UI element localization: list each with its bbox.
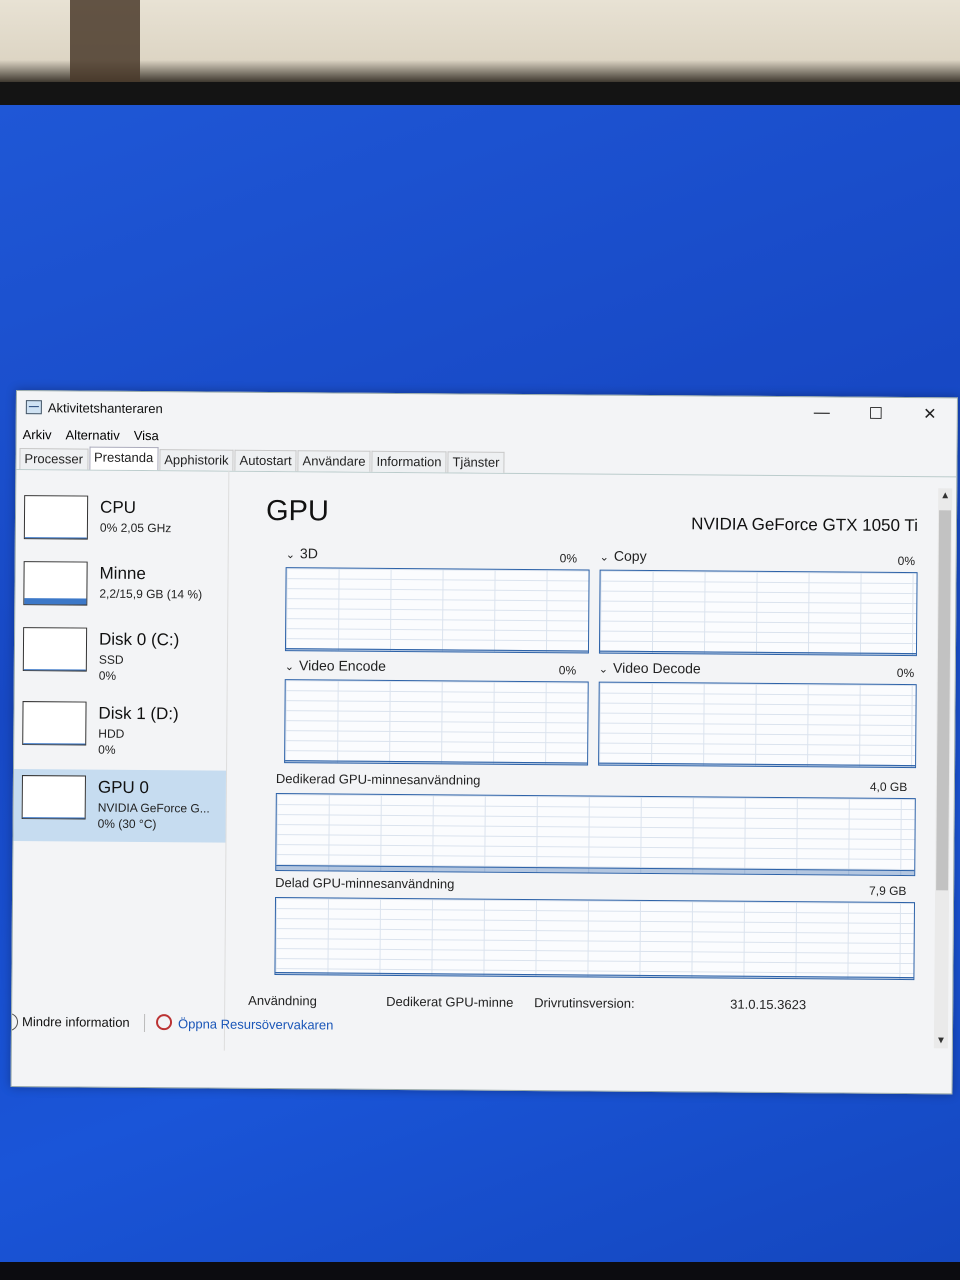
shared-memory-max: 7,9 GB: [869, 883, 907, 899]
shared-memory-label: Delad GPU-minnesanvändning: [275, 875, 455, 892]
gpu0-mini-graph: [21, 775, 86, 820]
task-manager-icon: [25, 400, 42, 415]
engine-video-decode-name: Video Decode: [612, 659, 701, 677]
scroll-up-icon[interactable]: ▲: [938, 490, 952, 501]
scroll-thumb[interactable]: [936, 510, 952, 891]
sidebar-item-memory[interactable]: Minne 2,2/15,9 GB (14 %): [15, 555, 228, 629]
cpu-mini-graph: [23, 495, 89, 540]
engine-video-decode-label[interactable]: ⌄ Video Decode: [599, 660, 701, 677]
chevron-down-icon: ⌄: [599, 551, 609, 564]
chevron-up-icon[interactable]: ^: [10, 1012, 19, 1032]
engine-3d-value: 0%: [559, 551, 578, 566]
engine-copy-usage: [599, 650, 916, 656]
sidebar-item-name: Disk 0 (C:): [98, 629, 180, 650]
sidebar-item-disk0[interactable]: Disk 0 (C:) SSD 0%: [15, 621, 228, 695]
dedicated-memory-max: 4,0 GB: [869, 779, 908, 795]
disk1-type: HDD: [98, 726, 125, 741]
menu-arkiv[interactable]: Arkiv: [23, 427, 52, 442]
vertical-scrollbar[interactable]: ▲ ▼: [933, 488, 953, 1049]
usage-stat-label: Användning: [248, 992, 317, 1009]
sidebar-item-detail: 2,2/15,9 GB (14 %): [99, 586, 203, 602]
open-resource-monitor-link[interactable]: Öppna Resursövervakaren: [178, 1016, 333, 1032]
engine-video-encode-graph: [284, 679, 589, 766]
disk0-mini-graph: [22, 627, 88, 672]
dedicated-memory-label: Dedikerad GPU-minnesanvändning: [275, 771, 481, 788]
memory-mini-fill: [24, 598, 87, 605]
shared-memory-usage: [275, 971, 914, 980]
engine-3d-graph: [284, 567, 590, 654]
memory-mini-graph: [23, 561, 88, 606]
monitor-bottom-bezel: [0, 1262, 960, 1280]
sidebar-item-detail: NVIDIA GeForce G... 0% (30 °C): [98, 800, 210, 833]
tab-anvandare[interactable]: Användare: [297, 450, 371, 472]
engine-3d-name: 3D: [299, 545, 318, 562]
chevron-down-icon: ⌄: [598, 663, 609, 676]
engine-copy-name: Copy: [613, 547, 647, 564]
sidebar-item-name: Minne: [99, 563, 146, 584]
tab-autostart[interactable]: Autostart: [234, 449, 297, 472]
gpu0-usage-temp: 0% (30 °C): [97, 816, 157, 832]
sidebar-item-detail: 0% 2,05 GHz: [99, 520, 172, 536]
tab-information[interactable]: Information: [371, 450, 447, 473]
sidebar-item-detail: HDD 0%: [98, 726, 124, 758]
disk1-mini-graph: [22, 701, 87, 746]
engine-video-decode-value: 0%: [896, 665, 915, 681]
engine-video-decode-usage: [599, 762, 916, 768]
footer-divider: [143, 1014, 146, 1033]
sidebar-item-name: CPU: [100, 497, 137, 517]
chevron-down-icon: ⌄: [284, 661, 295, 674]
disk1-mini-fill: [23, 743, 86, 745]
sidebar-item-detail: SSD 0%: [99, 652, 124, 684]
gpu0-model-short: NVIDIA GeForce G...: [97, 800, 210, 816]
engine-video-encode-name: Video Encode: [299, 657, 387, 674]
sidebar-item-disk1[interactable]: Disk 1 (D:) HDD 0%: [14, 695, 227, 769]
engine-video-encode-label[interactable]: ⌄ Video Encode: [285, 657, 386, 674]
dedicated-memory-usage: [276, 865, 915, 876]
resource-monitor-icon: [155, 1014, 173, 1031]
task-manager-window: Aktivitetshanteraren — ☐ ✕ Arkiv Alterna…: [10, 390, 958, 1095]
disk1-usage: 0%: [98, 742, 116, 757]
engine-3d-usage: [285, 648, 588, 653]
driver-version-label: Drivrutinsversion:: [534, 995, 635, 1011]
driver-version-value: 31.0.15.3623: [730, 996, 807, 1013]
tab-tjanster[interactable]: Tjänster: [447, 451, 505, 473]
sidebar-item-name: Disk 1 (D:): [98, 703, 179, 724]
engine-copy-label[interactable]: ⌄ Copy: [600, 548, 647, 564]
menu-alternativ[interactable]: Alternativ: [65, 427, 119, 442]
cpu-mini-fill: [24, 537, 87, 539]
sidebar-item-gpu0[interactable]: GPU 0 NVIDIA GeForce G... 0% (30 °C): [13, 768, 227, 843]
chevron-down-icon: ⌄: [285, 549, 295, 562]
dedicated-memory-stat-label: Dedikerat GPU-minne: [386, 993, 514, 1010]
tab-prestanda[interactable]: Prestanda: [88, 446, 159, 471]
engine-copy-graph: [598, 569, 918, 657]
engine-copy-value: 0%: [897, 553, 916, 569]
performance-sidebar: CPU 0% 2,05 GHz Minne 2,2/15,9 GB (14 %)…: [11, 469, 230, 1051]
window-title: Aktivitetshanteraren: [47, 399, 163, 416]
disk0-mini-fill: [23, 669, 86, 671]
page-title: GPU: [265, 494, 330, 528]
disk0-usage: 0%: [98, 668, 117, 683]
minimize-button[interactable]: —: [795, 404, 849, 422]
dedicated-memory-graph: [275, 793, 916, 877]
engine-3d-label[interactable]: ⌄ 3D: [286, 545, 318, 561]
sidebar-item-cpu[interactable]: CPU 0% 2,05 GHz: [16, 489, 229, 563]
tab-apphistorik[interactable]: Apphistorik: [159, 449, 234, 471]
menu-visa[interactable]: Visa: [134, 427, 159, 442]
gpu-model-name: NVIDIA GeForce GTX 1050 Ti: [691, 514, 919, 536]
close-button[interactable]: ✕: [903, 404, 957, 424]
sidebar-item-name: GPU 0: [97, 777, 149, 798]
maximize-button[interactable]: ☐: [849, 404, 903, 424]
tab-processer[interactable]: Processer: [19, 448, 89, 470]
disk0-type: SSD: [98, 652, 124, 667]
gpu-detail-pane: GPU NVIDIA GeForce GTX 1050 Ti ⌄ 3D 0% ⌄ C…: [252, 471, 926, 1036]
engine-video-decode-graph: [598, 681, 917, 769]
fewer-details-link[interactable]: Mindre information: [22, 1014, 130, 1030]
engine-video-encode-usage: [285, 760, 588, 765]
room-shelf: [70, 0, 140, 95]
gpu0-mini-fill: [22, 817, 85, 819]
shared-memory-graph: [274, 897, 916, 981]
engine-video-encode-value: 0%: [558, 663, 577, 678]
